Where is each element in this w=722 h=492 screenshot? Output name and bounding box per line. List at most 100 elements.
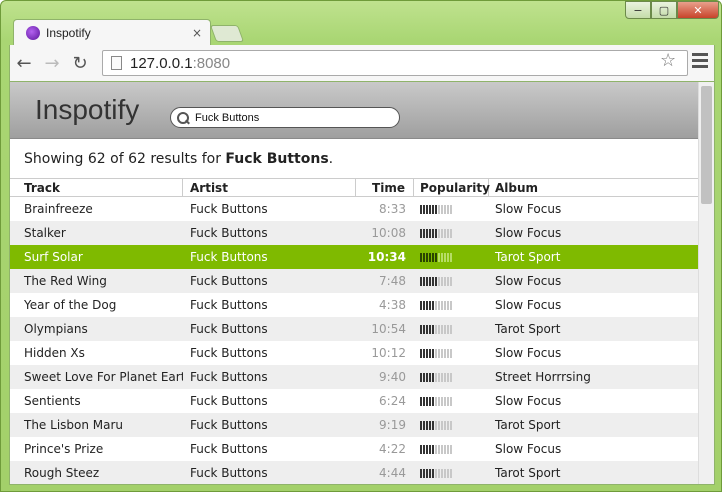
time-cell: 9:40	[379, 370, 406, 384]
table-row[interactable]: Brainfreeze Fuck Buttons 8:33 Slow Focus	[10, 197, 700, 221]
artist-cell: Fuck Buttons	[190, 442, 268, 456]
minimize-button[interactable]: −	[625, 1, 651, 19]
popularity-cell	[414, 468, 489, 478]
popularity-bar	[420, 204, 489, 214]
results-summary: Showing 62 of 62 results for Fuck Button…	[24, 151, 333, 167]
album-cell: Slow Focus	[495, 298, 562, 312]
column-header-track[interactable]: Track	[10, 179, 183, 196]
search-input[interactable]	[195, 111, 385, 124]
album-cell: Street Horrrsing	[495, 370, 591, 384]
tab-close-icon[interactable]: ×	[192, 26, 202, 40]
popularity-bar	[420, 348, 489, 358]
popularity-cell	[414, 372, 489, 382]
scrollbar-thumb[interactable]	[701, 86, 712, 204]
app-title: Inspotify	[35, 94, 140, 125]
forward-arrow-icon[interactable]: →	[38, 49, 66, 77]
time-cell: 8:33	[379, 202, 406, 216]
popularity-bar	[420, 420, 489, 430]
maximize-button[interactable]: ▢	[651, 1, 677, 19]
table-row[interactable]: The Red Wing Fuck Buttons 7:48 Slow Focus	[10, 269, 700, 293]
app-header: Inspotify	[10, 82, 700, 139]
url-port: :8080	[192, 54, 231, 72]
table-row[interactable]: Surf Solar Fuck Buttons 10:34 Tarot Sport	[10, 245, 700, 269]
artist-cell: Fuck Buttons	[190, 274, 268, 288]
table-row[interactable]: Hidden Xs Fuck Buttons 10:12 Slow Focus	[10, 341, 700, 365]
album-cell: Tarot Sport	[495, 250, 561, 264]
back-arrow-icon[interactable]: ←	[10, 49, 38, 77]
table-row[interactable]: Sweet Love For Planet Earth Fuck Buttons 9…	[10, 365, 700, 389]
album-cell: Slow Focus	[495, 442, 562, 456]
address-bar[interactable]: 127.0.0.1:8080	[102, 50, 688, 76]
popularity-bar	[420, 372, 489, 382]
time-cell: 4:38	[379, 298, 406, 312]
track-cell: Hidden Xs	[24, 346, 85, 360]
popularity-bar	[420, 396, 489, 406]
album-cell: Slow Focus	[495, 202, 562, 216]
time-cell: 10:12	[371, 346, 406, 360]
time-cell: 7:48	[379, 274, 406, 288]
column-header-album[interactable]: Album	[489, 179, 700, 196]
track-cell: Olympians	[24, 322, 88, 336]
artist-cell: Fuck Buttons	[190, 202, 268, 216]
column-header-artist[interactable]: Artist	[183, 179, 356, 196]
table-row[interactable]: Olympians Fuck Buttons 10:54 Tarot Sport	[10, 317, 700, 341]
time-cell: 10:54	[371, 322, 406, 336]
artist-cell: Fuck Buttons	[190, 370, 268, 384]
results-table: Track Artist Time Popularity Album Brain…	[10, 178, 700, 484]
album-cell: Slow Focus	[495, 394, 562, 408]
popularity-cell	[414, 420, 489, 430]
popularity-cell	[414, 348, 489, 358]
popularity-bar	[420, 324, 489, 334]
artist-cell: Fuck Buttons	[190, 466, 268, 480]
reload-icon[interactable]: ↻	[66, 49, 94, 77]
artist-cell: Fuck Buttons	[190, 322, 268, 336]
table-row[interactable]: Stalker Fuck Buttons 10:08 Slow Focus	[10, 221, 700, 245]
track-cell: The Lisbon Maru	[24, 418, 124, 432]
summary-suffix: .	[328, 151, 334, 167]
popularity-bar	[420, 276, 489, 286]
page-viewport: Inspotify Showing 62 of 62 results for F…	[9, 81, 715, 485]
close-window-button[interactable]: ✕	[677, 1, 719, 19]
track-cell: Year of the Dog	[24, 298, 117, 312]
track-cell: Rough Steez	[24, 466, 100, 480]
url-host: 127.0.0.1	[130, 54, 193, 72]
search-icon	[177, 111, 189, 124]
search-box[interactable]	[170, 107, 400, 128]
table-row[interactable]: The Lisbon Maru Fuck Buttons 9:19 Tarot Spo…	[10, 413, 700, 437]
artist-cell: Fuck Buttons	[190, 418, 268, 432]
artist-cell: Fuck Buttons	[190, 346, 268, 360]
table-row[interactable]: Year of the Dog Fuck Buttons 4:38 Slow Focu…	[10, 293, 700, 317]
table-row[interactable]: Sentients Fuck Buttons 6:24 Slow Focus	[10, 389, 700, 413]
popularity-cell	[414, 228, 489, 238]
artist-cell: Fuck Buttons	[190, 394, 268, 408]
popularity-bar	[420, 228, 489, 238]
track-cell: Sentients	[24, 394, 81, 408]
tab-inspotify[interactable]: Inspotify ×	[13, 19, 211, 46]
column-header-popularity[interactable]: Popularity	[414, 179, 490, 196]
album-cell: Slow Focus	[495, 226, 562, 240]
popularity-bar	[420, 300, 489, 310]
track-cell: The Red Wing	[24, 274, 107, 288]
bookmark-star-icon[interactable]: ☆	[660, 50, 676, 71]
track-cell: Surf Solar	[24, 250, 83, 264]
popularity-cell	[414, 396, 489, 406]
table-row[interactable]: Prince's Prize Fuck Buttons 4:22 Slow Focus	[10, 437, 700, 461]
favicon-icon	[26, 26, 40, 40]
popularity-cell	[414, 204, 489, 214]
new-tab-button[interactable]	[209, 25, 245, 42]
album-cell: Tarot Sport	[495, 466, 561, 480]
window-controls: − ▢ ✕	[625, 1, 719, 19]
tab-strip: Inspotify × − ▢ ✕	[1, 1, 722, 46]
popularity-bar	[420, 468, 489, 478]
album-cell: Slow Focus	[495, 346, 562, 360]
table-header: Track Artist Time Popularity Album	[10, 178, 700, 197]
menu-icon[interactable]	[692, 53, 708, 71]
popularity-cell	[414, 324, 489, 334]
popularity-cell	[414, 444, 489, 454]
popularity-cell	[414, 252, 489, 262]
vertical-scrollbar[interactable]	[698, 82, 714, 484]
column-header-time[interactable]: Time	[356, 179, 414, 196]
album-cell: Tarot Sport	[495, 418, 561, 432]
table-row[interactable]: Rough Steez Fuck Buttons 4:44 Tarot Sport	[10, 461, 700, 484]
summary-prefix: Showing 62 of 62 results for	[24, 151, 226, 167]
